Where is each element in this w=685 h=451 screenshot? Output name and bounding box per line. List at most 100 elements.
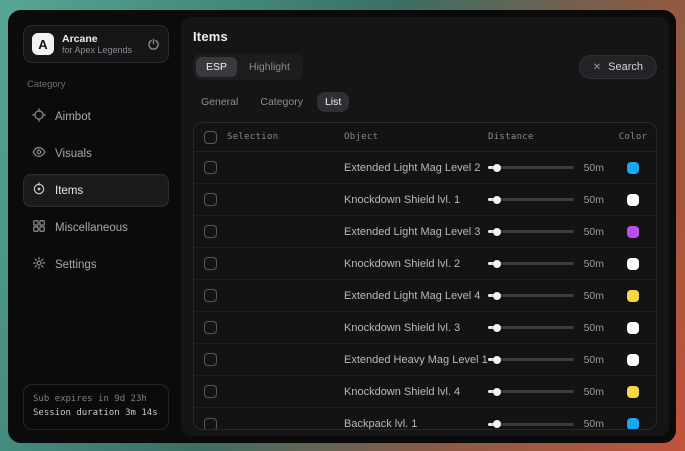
distance-value: 50m: [584, 162, 604, 174]
object-name: Knockdown Shield lvl. 4: [344, 386, 488, 398]
row-checkbox[interactable]: [204, 385, 217, 398]
color-swatch[interactable]: [627, 354, 639, 366]
app-header-card: A Arcane for Apex Legends: [23, 25, 169, 63]
distance-slider[interactable]: [488, 294, 574, 297]
slider-thumb[interactable]: [493, 388, 501, 396]
table-row: Extended Heavy Mag Level 1 50m: [194, 344, 656, 376]
sidebar: A Arcane for Apex Legends Category Aimbo…: [15, 17, 175, 436]
session-duration-text: Session duration 3m 14s: [33, 407, 159, 421]
color-swatch[interactable]: [627, 226, 639, 238]
row-checkbox[interactable]: [204, 289, 217, 302]
app-subtitle: for Apex Legends: [62, 45, 139, 55]
distance-slider[interactable]: [488, 230, 574, 233]
distance-slider[interactable]: [488, 423, 574, 426]
tab-category[interactable]: Category: [252, 92, 311, 112]
page-title: Items: [193, 29, 657, 44]
slider-thumb[interactable]: [493, 164, 501, 172]
color-swatch[interactable]: [627, 258, 639, 270]
table-header: Selection Object Distance Color: [194, 123, 656, 152]
slider-thumb[interactable]: [493, 292, 501, 300]
slider-thumb[interactable]: [493, 228, 501, 236]
distance-slider[interactable]: [488, 326, 574, 329]
distance-slider[interactable]: [488, 198, 574, 201]
distance-slider[interactable]: [488, 390, 574, 393]
select-all-checkbox[interactable]: [204, 131, 217, 144]
table-row: Extended Light Mag Level 2 50m: [194, 152, 656, 184]
slider-thumb[interactable]: [493, 356, 501, 364]
distance-slider[interactable]: [488, 358, 574, 361]
table-row: Knockdown Shield lvl. 4 50m: [194, 376, 656, 408]
distance-value: 50m: [584, 322, 604, 334]
sidebar-item-label: Miscellaneous: [55, 222, 128, 234]
category-section-label: Category: [27, 79, 169, 90]
table-row: Extended Light Mag Level 4 50m: [194, 280, 656, 312]
sidebar-item-aimbot[interactable]: Aimbot: [23, 100, 169, 133]
app-name: Arcane: [62, 33, 139, 45]
view-tabs: General Category List: [193, 92, 657, 112]
color-swatch[interactable]: [627, 386, 639, 398]
main-panel: Items ESP Highlight ✕ Search General Cat…: [181, 17, 669, 436]
crosshair-icon: [32, 108, 46, 125]
power-icon[interactable]: [147, 38, 160, 51]
close-icon: ✕: [593, 62, 601, 73]
row-checkbox[interactable]: [204, 193, 217, 206]
tab-general[interactable]: General: [193, 92, 246, 112]
row-checkbox[interactable]: [204, 418, 217, 431]
sidebar-item-label: Items: [55, 185, 83, 197]
tab-esp[interactable]: ESP: [196, 57, 237, 77]
row-checkbox[interactable]: [204, 321, 217, 334]
sidebar-item-miscellaneous[interactable]: Miscellaneous: [23, 211, 169, 244]
column-header-distance: Distance: [488, 132, 610, 142]
distance-value: 50m: [584, 194, 604, 206]
distance-value: 50m: [584, 418, 604, 430]
distance-value: 50m: [584, 386, 604, 398]
row-checkbox[interactable]: [204, 161, 217, 174]
color-swatch[interactable]: [627, 322, 639, 334]
row-checkbox[interactable]: [204, 225, 217, 238]
color-swatch[interactable]: [627, 290, 639, 302]
app-window: A Arcane for Apex Legends Category Aimbo…: [8, 10, 676, 443]
object-name: Knockdown Shield lvl. 3: [344, 322, 488, 334]
eye-icon: [32, 145, 46, 162]
sidebar-item-label: Aimbot: [55, 111, 91, 123]
app-logo: A: [32, 33, 54, 55]
color-swatch[interactable]: [627, 162, 639, 174]
distance-value: 50m: [584, 258, 604, 270]
color-swatch[interactable]: [627, 418, 639, 430]
table-row: Extended Light Mag Level 3 50m: [194, 216, 656, 248]
sidebar-item-settings[interactable]: Settings: [23, 248, 169, 281]
table-row: Knockdown Shield lvl. 1 50m: [194, 184, 656, 216]
mode-segmented-control: ESP Highlight: [193, 54, 303, 80]
object-name: Knockdown Shield lvl. 2: [344, 258, 488, 270]
distance-slider[interactable]: [488, 262, 574, 265]
object-name: Extended Light Mag Level 3: [344, 226, 488, 238]
distance-slider[interactable]: [488, 166, 574, 169]
distance-value: 50m: [584, 226, 604, 238]
row-checkbox[interactable]: [204, 257, 217, 270]
sidebar-item-items[interactable]: Items: [23, 174, 169, 207]
slider-thumb[interactable]: [493, 260, 501, 268]
distance-value: 50m: [584, 290, 604, 302]
tab-highlight[interactable]: Highlight: [239, 57, 300, 77]
column-header-selection: Selection: [227, 132, 278, 142]
table-row: Backpack lvl. 1 50m: [194, 408, 656, 430]
grid-icon: [32, 219, 46, 236]
column-header-color: Color: [610, 132, 656, 142]
sub-expiry-text: Sub expires in 9d 23h: [33, 393, 159, 407]
slider-thumb[interactable]: [493, 324, 501, 332]
row-checkbox[interactable]: [204, 353, 217, 366]
gear-icon: [32, 256, 46, 273]
sidebar-item-label: Settings: [55, 259, 97, 271]
object-name: Extended Light Mag Level 4: [344, 290, 488, 302]
sidebar-item-visuals[interactable]: Visuals: [23, 137, 169, 170]
distance-value: 50m: [584, 354, 604, 366]
object-name: Backpack lvl. 1: [344, 418, 488, 430]
tab-list[interactable]: List: [317, 92, 349, 112]
table-row: Knockdown Shield lvl. 3 50m: [194, 312, 656, 344]
slider-thumb[interactable]: [493, 420, 501, 428]
sidebar-nav: Aimbot Visuals Items: [23, 100, 169, 281]
subscription-info-card: Sub expires in 9d 23h Session duration 3…: [23, 384, 169, 430]
color-swatch[interactable]: [627, 194, 639, 206]
search-button[interactable]: ✕ Search: [579, 55, 657, 79]
slider-thumb[interactable]: [493, 196, 501, 204]
